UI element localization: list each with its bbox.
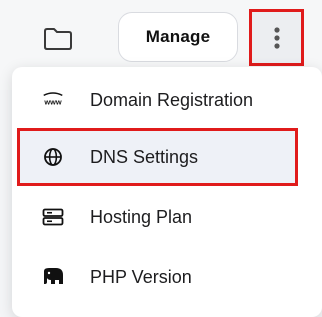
manage-button[interactable]: Manage	[118, 12, 238, 62]
folder-icon	[44, 28, 72, 50]
menu-item-label: DNS Settings	[90, 146, 199, 167]
menu-item-hosting-plan[interactable]: Hosting Plan	[12, 188, 312, 246]
menu-item-label: Domain Registration	[90, 89, 254, 110]
menu-item-label: PHP Version	[90, 266, 192, 287]
more-options-button[interactable]	[249, 9, 304, 66]
menu-item-dns-settings[interactable]: DNS Settings	[17, 128, 298, 186]
www-icon: www	[40, 87, 66, 113]
menu-item-domain-registration[interactable]: www Domain Registration	[12, 71, 312, 129]
more-vertical-icon	[273, 26, 280, 49]
menu-item-php-version[interactable]: PHP Version	[12, 248, 312, 306]
folder-button[interactable]	[40, 24, 76, 54]
server-icon	[40, 204, 66, 230]
globe-icon	[40, 144, 66, 170]
menu-item-label: Hosting Plan	[90, 206, 193, 227]
svg-text:www: www	[43, 98, 62, 107]
dropdown-menu: www Domain Registration DNS Settings Hos…	[12, 67, 322, 317]
elephant-icon	[40, 264, 66, 290]
